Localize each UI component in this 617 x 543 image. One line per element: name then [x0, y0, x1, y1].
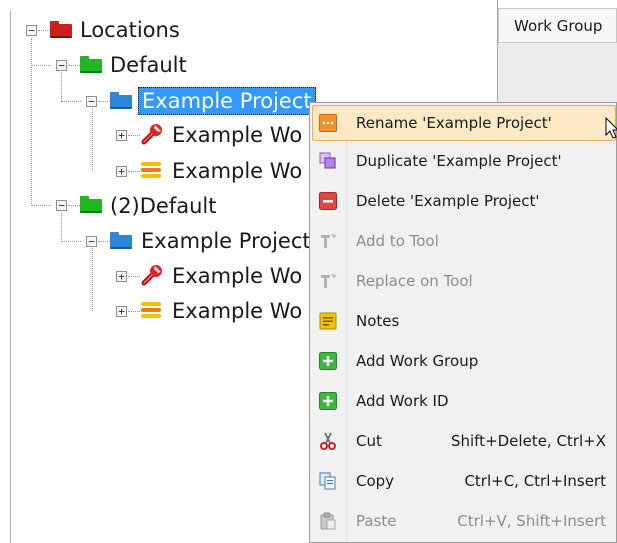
tree-connector: [61, 213, 62, 242]
menu-item-label: Paste: [356, 512, 397, 530]
add-icon: [319, 392, 337, 410]
tree-connector: [31, 65, 51, 66]
tree-node-label: Example Wo: [172, 299, 303, 323]
tree-connector: [61, 72, 62, 101]
tree-node-default[interactable]: Default: [110, 50, 187, 80]
tree-node-example-project-2[interactable]: Example Project: [141, 226, 311, 256]
menu-item-shortcut: Ctrl+V, Shift+Insert: [457, 512, 606, 530]
tree-connector: [68, 65, 80, 66]
tree-node-label: Locations: [80, 18, 180, 42]
tree-connector: [98, 101, 108, 102]
tree-connector: [61, 101, 81, 102]
tree-connector: [92, 108, 93, 171]
collapse-toggle[interactable]: −: [86, 236, 97, 247]
tree-connector: [128, 311, 140, 312]
add-icon: [319, 352, 337, 370]
menu-item-shortcut: Ctrl+C, Ctrl+Insert: [464, 472, 606, 490]
tree-connector: [98, 241, 108, 242]
tree-connector: [92, 248, 93, 311]
context-menu: Rename 'Example Project' Duplicate 'Exam…: [309, 102, 617, 543]
column-header-work-group[interactable]: Work Group: [498, 8, 617, 43]
folder-green-icon: [80, 196, 102, 213]
menu-item-label: Notes: [356, 312, 400, 330]
expand-toggle[interactable]: +: [116, 306, 127, 317]
menu-item-add-work-id[interactable]: Add Work ID: [312, 383, 616, 419]
collapse-toggle[interactable]: −: [56, 60, 67, 71]
notes-icon: [319, 312, 337, 330]
menu-item-cut[interactable]: Cut Shift+Delete, Ctrl+X: [312, 423, 616, 459]
menu-item-label: Add Work ID: [356, 392, 449, 410]
menu-item-label: Replace on Tool: [356, 272, 473, 290]
menu-item-label: Cut: [356, 432, 382, 450]
menu-item-label: Add to Tool: [356, 232, 439, 250]
collapse-toggle[interactable]: −: [86, 96, 97, 107]
tree-node-locations[interactable]: Locations: [80, 15, 180, 45]
tree-connector: [61, 241, 81, 242]
paste-icon: [320, 512, 336, 530]
tree-node-example-project[interactable]: Example Project: [138, 86, 316, 116]
tree-connector: [31, 205, 51, 206]
tree-connector: [31, 38, 32, 206]
collapse-toggle[interactable]: −: [26, 25, 37, 36]
tree-node-label: Example Wo: [172, 123, 303, 147]
folder-blue-icon: [110, 232, 132, 249]
wrench-icon: [141, 265, 162, 286]
expand-toggle[interactable]: +: [116, 166, 127, 177]
scissors-icon: [320, 432, 336, 450]
folder-green-icon: [80, 56, 102, 73]
menu-item-add-to-tool[interactable]: Add to Tool: [312, 223, 616, 259]
tree-node-label: Default: [110, 53, 187, 77]
tree-node-label: Example Wo: [172, 159, 303, 183]
menu-item-delete[interactable]: Delete 'Example Project': [312, 183, 616, 219]
menu-item-rename[interactable]: Rename 'Example Project': [312, 105, 616, 141]
tree-node-work-group[interactable]: Example Wo: [172, 120, 302, 150]
menu-item-shortcut: Shift+Delete, Ctrl+X: [450, 432, 606, 450]
grid-area: [498, 43, 617, 103]
tree-node-work-id-2[interactable]: Example Wo: [172, 296, 302, 326]
tree-node-label: (2)Default: [110, 194, 217, 218]
tree-connector: [68, 205, 80, 206]
tree-connector: [128, 135, 140, 136]
tree-connector: [128, 171, 140, 172]
folder-blue-icon: [110, 92, 132, 109]
column-header-label: Work Group: [514, 17, 603, 35]
tree-node-work-group-2[interactable]: Example Wo: [172, 261, 302, 291]
wrench-icon: [141, 124, 162, 145]
menu-item-add-work-group[interactable]: Add Work Group: [312, 343, 616, 379]
collapse-toggle[interactable]: −: [56, 200, 67, 211]
mouse-pointer-icon: [605, 117, 617, 139]
panel-border: [10, 10, 11, 543]
menu-item-label: Duplicate 'Example Project': [356, 152, 562, 170]
duplicate-icon: [319, 152, 336, 169]
tree-connector: [128, 276, 140, 277]
menu-item-label: Add Work Group: [356, 352, 479, 370]
stack-icon: [141, 162, 161, 180]
menu-item-replace-on-tool[interactable]: Replace on Tool: [312, 263, 616, 299]
menu-item-label: Copy: [356, 472, 395, 490]
tree-node-label: Example Project: [141, 229, 311, 253]
expand-toggle[interactable]: +: [116, 271, 127, 282]
rename-icon: [319, 114, 337, 132]
tree-node-work-id[interactable]: Example Wo: [172, 156, 302, 186]
tool-icon: [321, 233, 337, 248]
menu-item-notes[interactable]: Notes: [312, 303, 616, 339]
copy-icon: [319, 472, 336, 490]
menu-item-label: Rename 'Example Project': [356, 114, 552, 132]
tool-icon: [321, 273, 337, 288]
delete-icon: [319, 192, 337, 210]
tree-node-label: Example Project: [138, 87, 316, 115]
menu-item-duplicate[interactable]: Duplicate 'Example Project': [312, 143, 616, 179]
stack-icon: [141, 302, 161, 320]
tree-connector: [38, 30, 50, 31]
tree-node-default-2[interactable]: (2)Default: [110, 191, 216, 221]
expand-toggle[interactable]: +: [116, 130, 127, 141]
tree-node-label: Example Wo: [172, 264, 303, 288]
menu-item-label: Delete 'Example Project': [356, 192, 540, 210]
menu-item-paste[interactable]: Paste Ctrl+V, Shift+Insert: [312, 503, 616, 539]
menu-item-copy[interactable]: Copy Ctrl+C, Ctrl+Insert: [312, 463, 616, 499]
folder-red-icon: [50, 21, 72, 38]
